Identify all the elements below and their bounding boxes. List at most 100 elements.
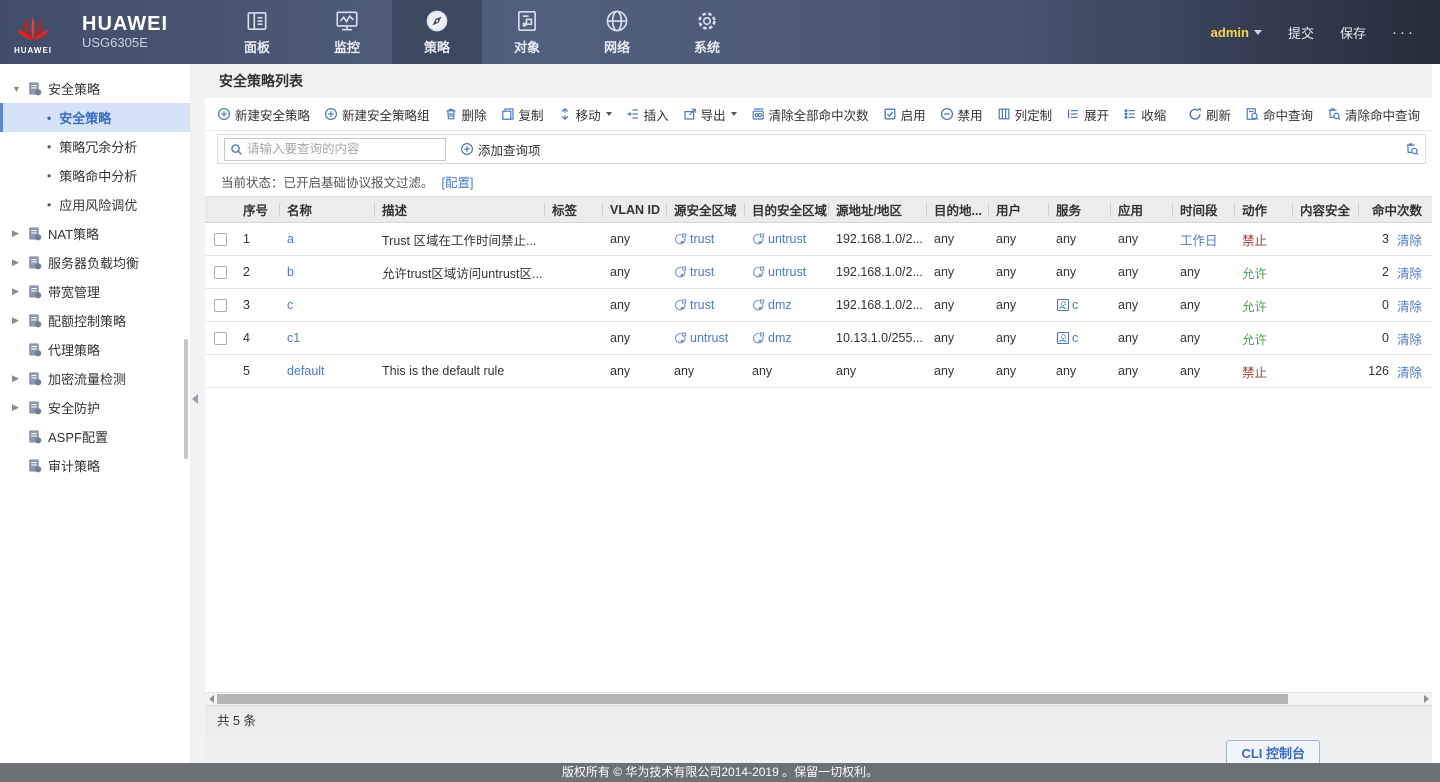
- expand-button[interactable]: 展开: [1066, 105, 1109, 124]
- move-button[interactable]: 移动: [558, 105, 612, 124]
- zone-link[interactable]: trust: [690, 298, 714, 312]
- horizontal-scrollbar[interactable]: [205, 692, 1432, 705]
- column-header[interactable]: VLAN ID: [602, 197, 666, 222]
- policy-name-link[interactable]: c: [287, 298, 293, 312]
- row-checkbox[interactable]: [214, 233, 227, 246]
- column-header[interactable]: 源地址/地区: [828, 197, 926, 222]
- nav-tab-5[interactable]: 网络: [572, 0, 662, 64]
- disable-button[interactable]: 禁用: [940, 105, 983, 124]
- enable-button[interactable]: 启用: [883, 105, 926, 124]
- time-link[interactable]: 工作日: [1180, 230, 1218, 249]
- clear-hits-button[interactable]: 清除全部命中次数: [751, 105, 869, 124]
- columns-button[interactable]: 列定制: [997, 105, 1053, 124]
- clear-hit-query-button[interactable]: 清除命中查询: [1327, 105, 1420, 124]
- zone-link[interactable]: untrust: [690, 331, 728, 345]
- config-link[interactable]: [配置]: [442, 172, 474, 191]
- column-header[interactable]: 标签: [544, 197, 602, 222]
- search-icon: [230, 143, 243, 156]
- nav-tab-3[interactable]: 策略: [392, 0, 482, 64]
- sidebar-item-5[interactable]: ▶配额控制策略: [0, 306, 190, 335]
- column-header[interactable]: 源安全区域: [666, 197, 744, 222]
- save-button[interactable]: 保存: [1340, 23, 1366, 42]
- sidebar-subitem-1-1[interactable]: •安全策略: [0, 103, 190, 132]
- sidebar-item-10[interactable]: 审计策略: [0, 451, 190, 480]
- user-menu[interactable]: admin: [1211, 25, 1262, 40]
- service-link[interactable]: c: [1072, 298, 1078, 312]
- zone-link[interactable]: trust: [690, 232, 714, 246]
- policy-name-link[interactable]: b: [287, 265, 294, 279]
- sidebar-subitem-1-4[interactable]: •应用风险调优: [0, 190, 190, 219]
- search-input[interactable]: [247, 142, 440, 156]
- row-checkbox[interactable]: [214, 266, 227, 279]
- column-header[interactable]: 序号: [235, 197, 279, 222]
- column-header[interactable]: 描述: [374, 197, 544, 222]
- insert-button[interactable]: 插入: [626, 105, 669, 124]
- scroll-left-icon[interactable]: [205, 693, 217, 706]
- nav-tab-4[interactable]: 对象: [482, 0, 572, 64]
- sidebar-subitem-label: 策略命中分析: [59, 166, 137, 185]
- zone-link[interactable]: untrust: [768, 232, 806, 246]
- column-header[interactable]: 目的地...: [926, 197, 988, 222]
- column-header[interactable]: 命中次数: [1358, 197, 1432, 222]
- hit-query-button[interactable]: 命中查询: [1245, 105, 1313, 124]
- export-icon: [683, 107, 697, 121]
- sidebar-subitem-1-2[interactable]: •策略冗余分析: [0, 132, 190, 161]
- action-value: 禁止: [1242, 230, 1267, 249]
- zone-link[interactable]: untrust: [768, 265, 806, 279]
- refresh-button[interactable]: 刷新: [1188, 105, 1231, 124]
- column-header[interactable]: 时间段: [1172, 197, 1234, 222]
- cli-console-button[interactable]: CLI 控制台: [1226, 740, 1320, 763]
- copy-button[interactable]: 复制: [501, 105, 544, 124]
- delete-button[interactable]: 删除: [444, 105, 487, 124]
- add-policy-group-button[interactable]: 新建安全策略组: [324, 105, 430, 124]
- commit-button[interactable]: 提交: [1288, 23, 1314, 42]
- sidebar-item-label: 加密流量检测: [48, 369, 126, 388]
- nav-tab-2[interactable]: 监控: [302, 0, 392, 64]
- nav-tab-1[interactable]: 面板: [212, 0, 302, 64]
- more-menu[interactable]: ···: [1392, 24, 1416, 41]
- nav-tab-6[interactable]: 系统: [662, 0, 752, 64]
- row-checkbox[interactable]: [214, 332, 227, 345]
- clear-hits-link[interactable]: 清除: [1397, 329, 1422, 348]
- policy-name-link[interactable]: default: [287, 364, 325, 378]
- column-header[interactable]: 动作: [1234, 197, 1292, 222]
- sidebar-collapse-icon[interactable]: [192, 394, 198, 404]
- action-value: 禁止: [1242, 362, 1267, 381]
- policy-name-link[interactable]: a: [287, 232, 294, 246]
- service-link[interactable]: c: [1072, 331, 1078, 345]
- sidebar-item-1[interactable]: ▼安全策略: [0, 74, 190, 103]
- export-button[interactable]: 导出: [683, 105, 737, 124]
- zone-link[interactable]: dmz: [768, 331, 792, 345]
- sidebar-item-8[interactable]: ▶安全防护: [0, 393, 190, 422]
- clear-hits-link[interactable]: 清除: [1397, 263, 1422, 282]
- column-header[interactable]: 用户: [988, 197, 1048, 222]
- clear-hits-link[interactable]: 清除: [1397, 296, 1422, 315]
- sidebar-item-3[interactable]: ▶服务器负载均衡: [0, 248, 190, 277]
- add-policy-button[interactable]: 新建安全策略: [217, 105, 310, 124]
- clear-hits-link[interactable]: 清除: [1397, 230, 1422, 249]
- clear-query-icon[interactable]: [1405, 142, 1419, 156]
- scrollbar-thumb[interactable]: [217, 694, 1288, 704]
- scroll-right-icon[interactable]: [1420, 693, 1432, 706]
- sidebar-item-4[interactable]: ▶带宽管理: [0, 277, 190, 306]
- column-header[interactable]: 名称: [279, 197, 374, 222]
- row-checkbox[interactable]: [214, 299, 227, 312]
- sidebar-item-6[interactable]: 代理策略: [0, 335, 190, 364]
- triangle-right-icon: ▶: [12, 228, 27, 239]
- clear-hits-link[interactable]: 清除: [1397, 362, 1422, 381]
- add-query-button[interactable]: 添加查询项: [460, 140, 541, 159]
- column-header[interactable]: 服务: [1048, 197, 1110, 222]
- column-header[interactable]: 内容安全: [1292, 197, 1358, 222]
- sidebar-subitem-1-3[interactable]: •策略命中分析: [0, 161, 190, 190]
- sidebar-item-9[interactable]: ASPF配置: [0, 422, 190, 451]
- column-header[interactable]: 应用: [1110, 197, 1172, 222]
- collapse-button[interactable]: 收缩: [1123, 105, 1166, 124]
- zone-link[interactable]: trust: [690, 265, 714, 279]
- sidebar-scrollbar-thumb[interactable]: [184, 339, 188, 459]
- policy-name-link[interactable]: c1: [287, 331, 300, 345]
- sidebar-item-7[interactable]: ▶加密流量检测: [0, 364, 190, 393]
- scrollbar-track[interactable]: [217, 693, 1420, 706]
- zone-link[interactable]: dmz: [768, 298, 792, 312]
- sidebar-item-2[interactable]: ▶NAT策略: [0, 219, 190, 248]
- column-header[interactable]: 目的安全区域: [744, 197, 828, 222]
